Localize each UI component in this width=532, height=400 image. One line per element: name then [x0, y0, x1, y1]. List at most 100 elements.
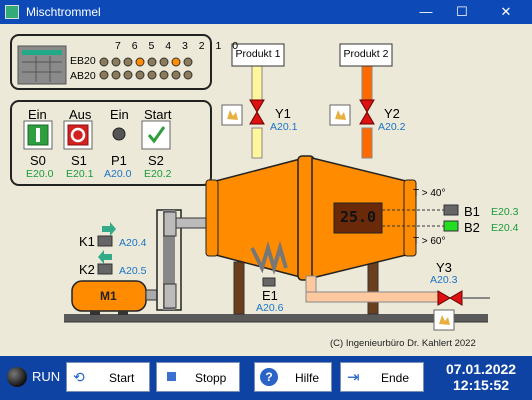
ende-button-label: Ende	[381, 371, 410, 385]
y1-label: Y1	[275, 106, 291, 121]
s0-top-label: Ein	[28, 107, 47, 122]
p1-addr: A20.0	[104, 168, 132, 180]
help-icon: ?	[260, 368, 278, 386]
start-button[interactable]: ⟲ Start	[66, 362, 150, 392]
stopp-button[interactable]: Stopp	[156, 362, 240, 392]
date: 07.01.2022	[446, 361, 517, 377]
k1-label: K1	[79, 234, 95, 249]
plc-icon-strip	[22, 50, 62, 55]
eb20-led	[147, 57, 157, 67]
ab20-led	[111, 70, 121, 80]
ab20-led	[183, 70, 193, 80]
y2-valve	[359, 99, 375, 113]
stop-icon	[167, 372, 176, 381]
run-label: RUN	[32, 369, 61, 384]
s2-start-button[interactable]	[142, 121, 170, 149]
y3-manual-button[interactable]	[434, 310, 454, 330]
k2-lamp	[97, 263, 113, 275]
close-button[interactable]: ✕	[492, 2, 520, 22]
s1-addr: E20.1	[66, 168, 94, 180]
y2-manual-button[interactable]	[330, 105, 350, 125]
p1-lamp	[112, 127, 126, 141]
produkt1-label: Produkt 1	[235, 48, 281, 60]
k2-label: K2	[79, 262, 95, 277]
p1-top-label: Ein	[110, 107, 129, 122]
ab20-led	[135, 70, 145, 80]
k1-addr: A20.4	[119, 237, 147, 249]
bottom-bar: RUN ⟲ Start Stopp ? Hilfe ⇥ Ende 07.01.2…	[0, 356, 532, 400]
b2-addr: E20.4	[491, 222, 519, 234]
eb20-led	[111, 57, 121, 67]
y1-addr: A20.1	[270, 121, 298, 133]
ab20-led	[147, 70, 157, 80]
motor-label: M1	[100, 289, 117, 303]
eb20-led	[135, 57, 145, 67]
y2-addr: A20.2	[378, 121, 406, 133]
time: 12:15:52	[453, 377, 510, 393]
stopp-button-label: Stopp	[195, 371, 227, 385]
k2-addr: A20.5	[119, 265, 147, 277]
k2-arrow-icon	[98, 250, 112, 264]
process-canvas: 7 6 5 4 3 2 1 0 EB20 AB20 Ein Aus Ein St…	[0, 24, 532, 356]
k1-lamp	[97, 235, 113, 247]
app-icon	[5, 5, 19, 19]
datetime: 07.01.2022 12:15:52	[446, 361, 516, 393]
eb20-led	[159, 57, 169, 67]
b1-label: B1	[464, 204, 480, 219]
b2-lamp	[443, 220, 459, 232]
b1-lamp	[443, 204, 459, 216]
y1-valve	[249, 99, 265, 113]
s0-ein-button[interactable]	[24, 121, 52, 149]
produkt2-label: Produkt 2	[343, 48, 389, 60]
eb20-label: EB20	[70, 55, 96, 67]
y1-manual-button[interactable]	[222, 105, 242, 125]
maximize-button[interactable]: ☐	[448, 2, 476, 22]
produkt1-pipe	[251, 63, 263, 103]
bit-header: 7 6 5 4 3 2 1 0	[115, 40, 243, 52]
b2-label: B2	[464, 220, 480, 235]
b1-addr: E20.3	[491, 206, 519, 218]
y3-valve	[437, 290, 451, 306]
temp-display-value: 25.0	[339, 208, 377, 226]
copyright: (C) Ingenieurbüro Dr. Kahlert 2022	[330, 338, 476, 349]
ab20-led	[123, 70, 133, 80]
drum-support-right	[367, 261, 379, 315]
ende-button[interactable]: ⇥ Ende	[340, 362, 424, 392]
ground-base	[64, 314, 488, 322]
outlet-pipe	[305, 291, 439, 303]
s2-label: S2	[148, 153, 164, 168]
e1-addr: A20.6	[256, 302, 284, 314]
run-led	[7, 367, 27, 387]
s2-addr: E20.2	[144, 168, 172, 180]
ab20-led	[159, 70, 169, 80]
start-button-label: Start	[109, 371, 135, 385]
eb20-led	[123, 57, 133, 67]
produkt2-pipe	[361, 63, 373, 103]
ab20-led	[99, 70, 109, 80]
p1-label: P1	[111, 153, 127, 168]
window-title: Mischtrommel	[26, 5, 101, 19]
exit-icon: ⇥	[347, 369, 360, 386]
ab20-label: AB20	[70, 70, 96, 82]
title-bar: Mischtrommel — ☐ ✕	[0, 0, 532, 24]
ab20-led	[171, 70, 181, 80]
e1-lamp	[262, 277, 276, 287]
hilfe-button[interactable]: ? Hilfe	[254, 362, 332, 392]
minimize-button[interactable]: —	[412, 2, 440, 22]
s1-top-label: Aus	[69, 107, 92, 122]
k1-arrow-icon	[102, 222, 116, 236]
y2-label: Y2	[384, 106, 400, 121]
eb20-led	[183, 57, 193, 67]
s0-addr: E20.0	[26, 168, 54, 180]
s1-label: S1	[71, 153, 87, 168]
y3-addr: A20.3	[430, 274, 458, 286]
s1-aus-button[interactable]	[64, 121, 92, 149]
s2-top-label: Start	[144, 107, 172, 122]
loop-icon: ⟲	[73, 369, 85, 385]
s0-label: S0	[30, 153, 46, 168]
e1-label: E1	[262, 288, 278, 303]
b2-threshold: T > 60°	[413, 236, 446, 247]
eb20-led	[171, 57, 181, 67]
y3-label: Y3	[436, 260, 452, 275]
eb20-led	[99, 57, 109, 67]
